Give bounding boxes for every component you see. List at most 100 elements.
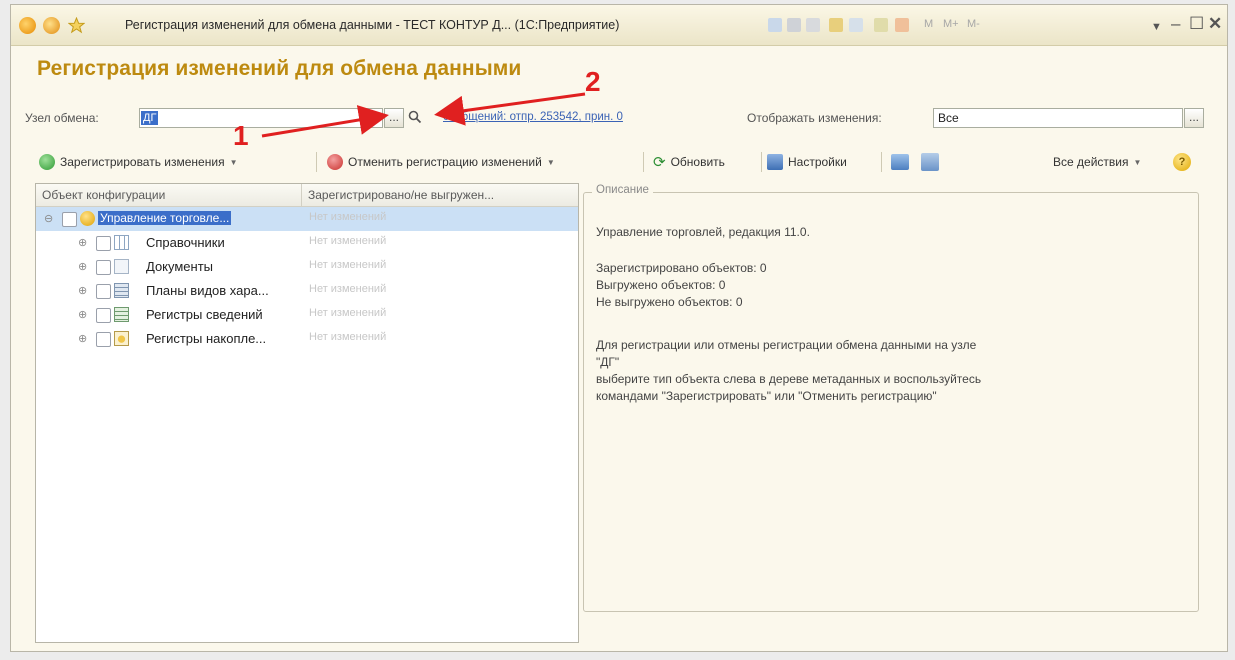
row-name: Управление торговле... [98, 211, 232, 225]
tool-5-icon[interactable] [849, 18, 863, 32]
main-window: Регистрация изменений для обмена данными… [10, 4, 1228, 652]
export-button[interactable] [891, 151, 909, 173]
node-field[interactable]: ДГ [139, 108, 383, 128]
row-name: Регистры сведений [146, 307, 263, 322]
collapse-icon[interactable]: ⊖ [44, 212, 53, 225]
row-status: Нет изменений [309, 259, 387, 271]
favorite-star-icon[interactable] [67, 16, 86, 34]
row-status: Нет изменений [309, 235, 387, 247]
expand-icon[interactable]: ⊕ [78, 332, 87, 345]
row-name: Документы [146, 259, 214, 274]
node-label: Узел обмена: [25, 111, 99, 125]
metadata-tree[interactable]: Объект конфигурации Зарегистрировано/не … [35, 183, 579, 643]
memory-mminus-button[interactable]: M- [967, 18, 980, 30]
row-checkbox[interactable] [96, 332, 111, 347]
tree-row[interactable]: ⊕ Регистры накопле... Нет изменений [36, 327, 578, 351]
row-checkbox[interactable] [96, 284, 111, 299]
row-name: Регистры накопле... [146, 331, 267, 346]
chevron-down-icon: ▼ [546, 157, 555, 167]
tree-row[interactable]: ⊖ Управление торговле... Нет изменений [36, 207, 578, 231]
title-bar: Регистрация изменений для обмена данными… [11, 5, 1227, 46]
description-line: Управление торговлей, редакция 11.0. [596, 225, 810, 239]
column-header-status[interactable]: Зарегистрировано/не выгружен... [308, 188, 494, 202]
row-status: Нет изменений [309, 331, 387, 343]
calendar-icon[interactable] [895, 18, 909, 32]
tool-6-icon[interactable] [874, 18, 888, 32]
add-icon [39, 154, 55, 170]
register-changes-button[interactable]: Зарегистрировать изменения ▼ [39, 151, 237, 173]
messages-link[interactable]: сообщений: отпр. 253542, прин. 0 [443, 111, 623, 123]
row-name: Справочники [146, 235, 225, 250]
tree-header: Объект конфигурации Зарегистрировано/не … [36, 184, 578, 207]
toolbar-divider [881, 152, 882, 172]
tree-row[interactable]: ⊕ Справочники Нет изменений [36, 231, 578, 255]
chevron-down-icon[interactable]: ▼ [1151, 17, 1162, 37]
row-checkbox[interactable] [62, 212, 77, 227]
show-changes-select-button[interactable]: ... [1184, 108, 1204, 128]
description-line: Выгружено объектов: 0 [596, 278, 726, 292]
row-checkbox[interactable] [96, 260, 111, 275]
minimize-icon[interactable]: – [1171, 14, 1180, 34]
help-button[interactable]: ? [1173, 151, 1191, 173]
close-icon[interactable]: ✕ [1208, 14, 1222, 34]
annotation-label-2: 2 [585, 66, 601, 97]
column-divider [301, 184, 302, 206]
row-status: Нет изменений [309, 307, 387, 319]
show-changes-label: Отображать изменения: [747, 111, 882, 125]
settings-button[interactable]: Настройки [767, 151, 847, 173]
characteristics-icon [114, 283, 129, 298]
tree-structure-icon [921, 153, 939, 171]
memory-m-button[interactable]: M [924, 18, 933, 30]
tree-row[interactable]: ⊕ Планы видов хара... Нет изменений [36, 279, 578, 303]
description-line: Для регистрации или отмены регистрации о… [596, 338, 977, 352]
description-legend: Описание [592, 184, 653, 196]
app-logo-icon[interactable] [19, 17, 36, 34]
refresh-button[interactable]: ⟳ Обновить [653, 151, 725, 173]
description-line: "ДГ" [596, 355, 620, 369]
accumulation-registers-icon [114, 331, 129, 346]
search-icon[interactable] [405, 108, 425, 128]
refresh-icon: ⟳ [653, 154, 666, 171]
expand-icon[interactable]: ⊕ [78, 284, 87, 297]
toolbar-divider [316, 152, 317, 172]
node-value: ДГ [141, 111, 159, 125]
expand-icon[interactable]: ⊕ [78, 236, 87, 249]
show-changes-field[interactable]: Все [933, 108, 1183, 128]
select-node-button[interactable]: ... [384, 108, 404, 128]
description-group: Описание Управление торговлей, редакция … [583, 184, 1199, 612]
tool-2-icon[interactable] [787, 18, 801, 32]
configuration-icon [80, 211, 95, 226]
documents-icon [114, 259, 129, 274]
memory-mplus-button[interactable]: M+ [943, 18, 959, 30]
description-line: Не выгружено объектов: 0 [596, 295, 743, 309]
tree-structure-button[interactable] [921, 151, 939, 173]
all-actions-button[interactable]: Все действия ▼ [1053, 151, 1141, 173]
info-registers-icon [114, 307, 129, 322]
expand-icon[interactable]: ⊕ [78, 308, 87, 321]
column-header-object[interactable]: Объект конфигурации [42, 188, 165, 202]
annotation-label-1: 1 [233, 120, 249, 151]
unregister-changes-label: Отменить регистрацию изменений [348, 155, 542, 169]
row-status: Нет изменений [309, 211, 387, 223]
tool-4-icon[interactable] [829, 18, 843, 32]
dropdown-menu-icon[interactable] [43, 17, 60, 34]
toolbar-divider [761, 152, 762, 172]
tree-row[interactable]: ⊕ Документы Нет изменений [36, 255, 578, 279]
export-icon [891, 154, 909, 170]
chevron-down-icon: ▼ [1133, 157, 1142, 167]
tree-row[interactable]: ⊕ Регистры сведений Нет изменений [36, 303, 578, 327]
unregister-changes-button[interactable]: Отменить регистрацию изменений ▼ [327, 151, 555, 173]
tool-3-icon[interactable] [806, 18, 820, 32]
tool-1-icon[interactable] [768, 18, 782, 32]
row-checkbox[interactable] [96, 236, 111, 251]
row-checkbox[interactable] [96, 308, 111, 323]
settings-label: Настройки [788, 155, 847, 169]
row-name: Планы видов хара... [146, 283, 269, 298]
maximize-icon[interactable]: ☐ [1189, 14, 1204, 34]
help-icon: ? [1173, 153, 1191, 171]
window-title: Регистрация изменений для обмена данными… [125, 18, 620, 32]
expand-icon[interactable]: ⊕ [78, 260, 87, 273]
chevron-down-icon: ▼ [229, 157, 238, 167]
all-actions-label: Все действия [1053, 155, 1129, 169]
show-changes-value: Все [938, 111, 959, 125]
